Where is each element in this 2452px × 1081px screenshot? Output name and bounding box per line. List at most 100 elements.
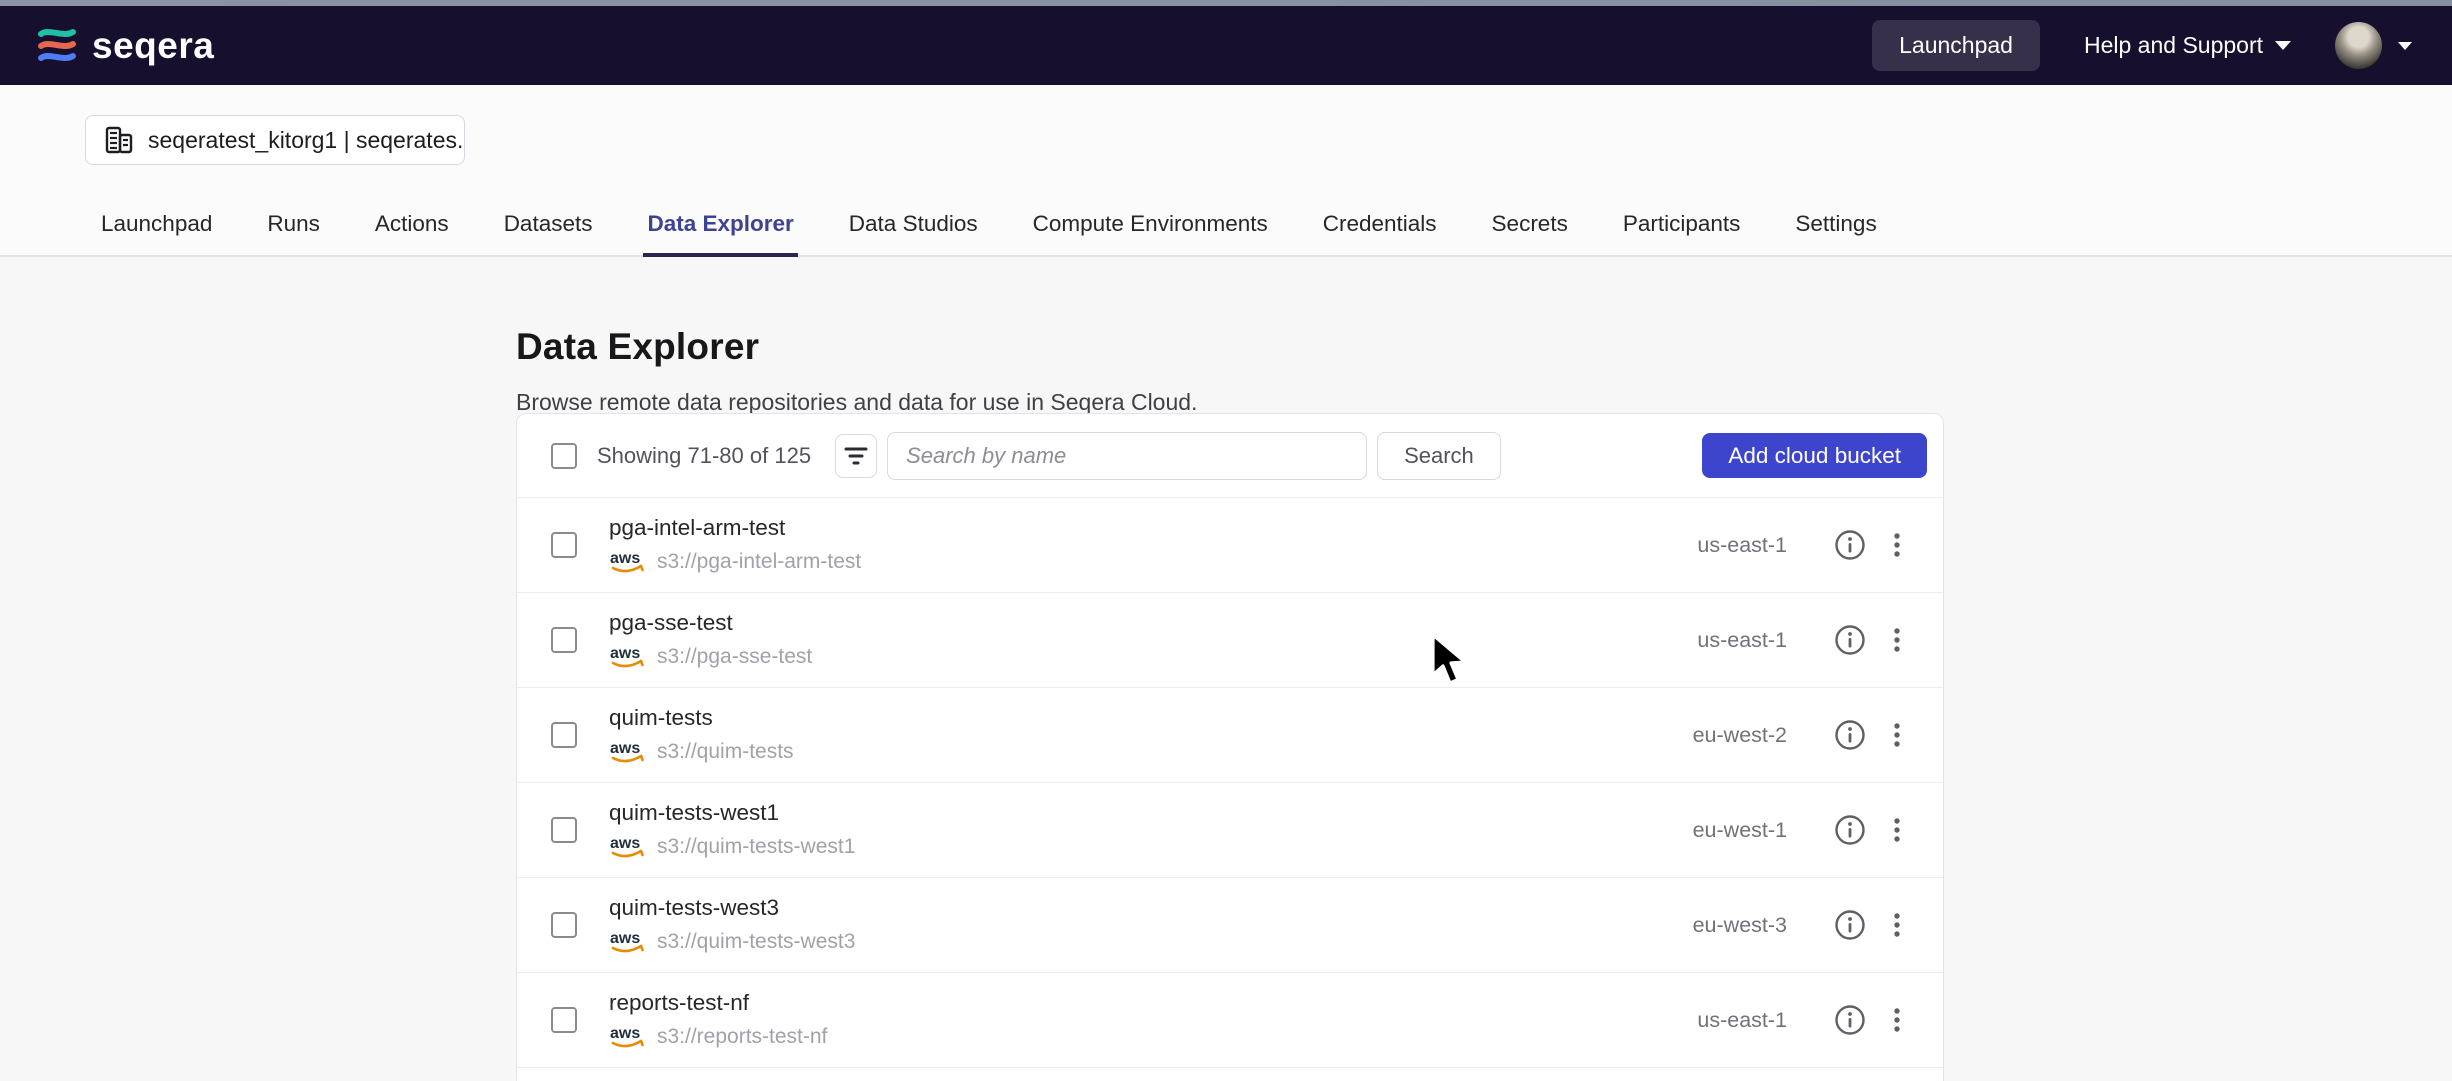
bucket-name[interactable]: reports-test-nf [609, 990, 1657, 1016]
aws-icon: aws [609, 833, 647, 860]
bucket-info: quim-tests aws s3://quim-tests [609, 705, 1657, 765]
chevron-down-icon [2275, 41, 2291, 50]
help-and-support-menu[interactable]: Help and Support [2084, 32, 2291, 59]
bucket-uri: s3://quim-tests [657, 740, 794, 764]
row-checkbox[interactable] [551, 722, 577, 748]
bucket-uri: s3://quim-tests-west3 [657, 930, 855, 954]
workspace-tab[interactable]: Runs [263, 211, 324, 257]
bucket-info: quim-tests-west1 aws s3://quim-tests-wes… [609, 800, 1657, 860]
bucket-row[interactable]: quim-tests-west3 aws s3://quim-tests-wes… [517, 878, 1943, 973]
chevron-down-icon [2398, 42, 2412, 50]
workspace-tab[interactable]: Secrets [1488, 211, 1572, 257]
bucket-info: pga-sse-test aws s3://pga-sse-test [609, 610, 1657, 670]
aws-icon: aws [609, 643, 647, 670]
filter-button[interactable] [835, 434, 877, 478]
organization-icon [104, 125, 134, 155]
info-button[interactable] [1833, 908, 1867, 942]
row-menu-button[interactable] [1883, 718, 1911, 752]
kebab-menu-icon [1883, 623, 1911, 657]
kebab-menu-icon [1883, 813, 1911, 847]
bucket-row[interactable]: pga-intel-arm-test aws s3://pga-intel-ar… [517, 498, 1943, 593]
workspace-tab[interactable]: Data Studios [845, 211, 982, 257]
info-button[interactable] [1833, 718, 1867, 752]
add-cloud-bucket-button[interactable]: Add cloud bucket [1702, 433, 1927, 478]
workspace-tab[interactable]: Participants [1619, 211, 1745, 257]
select-all-checkbox[interactable] [551, 443, 577, 469]
bucket-name[interactable]: quim-tests [609, 705, 1657, 731]
bucket-name[interactable]: quim-tests-west1 [609, 800, 1657, 826]
aws-icon: aws [609, 1023, 647, 1050]
help-and-support-label: Help and Support [2084, 32, 2263, 59]
aws-icon: aws [609, 738, 647, 765]
launchpad-button[interactable]: Launchpad [1872, 20, 2040, 71]
bucket-row[interactable]: pga-sse-test aws s3://pga-sse-test us-ea… [517, 593, 1943, 688]
info-button[interactable] [1833, 1003, 1867, 1037]
buckets-card: Showing 71-80 of 125 Search Add cloud bu… [516, 413, 1944, 1081]
row-checkbox[interactable] [551, 532, 577, 558]
top-navbar: seqera Launchpad Help and Support [0, 6, 2452, 85]
info-button[interactable] [1833, 813, 1867, 847]
workspace-tab[interactable]: Actions [371, 211, 453, 257]
workspace-tab[interactable]: Settings [1791, 211, 1880, 257]
workspace-tab[interactable]: Compute Environments [1029, 211, 1272, 257]
kebab-menu-icon [1883, 1003, 1911, 1037]
pagination-summary: Showing 71-80 of 125 [597, 443, 811, 469]
page-title: Data Explorer [516, 326, 2452, 368]
svg-text:aws: aws [610, 930, 640, 947]
svg-text:aws: aws [610, 835, 640, 852]
bucket-region: us-east-1 [1657, 1008, 1787, 1033]
avatar [2335, 22, 2382, 69]
row-menu-button[interactable] [1883, 908, 1911, 942]
row-checkbox[interactable] [551, 627, 577, 653]
row-menu-button[interactable] [1883, 528, 1911, 562]
info-icon [1833, 623, 1867, 657]
row-checkbox[interactable] [551, 912, 577, 938]
seqera-logo[interactable]: seqera [36, 25, 214, 67]
row-menu-button[interactable] [1883, 623, 1911, 657]
user-menu[interactable] [2335, 22, 2412, 69]
info-icon [1833, 813, 1867, 847]
bucket-uri: s3://pga-intel-arm-test [657, 550, 861, 574]
search-button[interactable]: Search [1377, 432, 1501, 480]
info-button[interactable] [1833, 623, 1867, 657]
search-input[interactable] [887, 432, 1367, 480]
bucket-row[interactable]: quim-tests aws s3://quim-tests eu-west-2 [517, 688, 1943, 783]
kebab-menu-icon [1883, 528, 1911, 562]
workspace-tab[interactable]: Data Explorer [643, 211, 797, 257]
bucket-row[interactable]: reports-test-nf aws s3://reports-test-nf… [517, 973, 1943, 1068]
bucket-info: reports-test-nf aws s3://reports-test-nf [609, 990, 1657, 1050]
info-icon [1833, 908, 1867, 942]
workspace-tab[interactable]: Credentials [1319, 211, 1441, 257]
bucket-region: eu-west-3 [1657, 913, 1787, 938]
seqera-logo-icon [36, 25, 78, 67]
buckets-table: pga-intel-arm-test aws s3://pga-intel-ar… [517, 498, 1943, 1068]
row-menu-button[interactable] [1883, 813, 1911, 847]
bucket-row[interactable]: quim-tests-west1 aws s3://quim-tests-wes… [517, 783, 1943, 878]
row-menu-button[interactable] [1883, 1003, 1911, 1037]
svg-text:aws: aws [610, 550, 640, 567]
bucket-region: eu-west-1 [1657, 818, 1787, 843]
info-button[interactable] [1833, 528, 1867, 562]
bucket-name[interactable]: quim-tests-west3 [609, 895, 1657, 921]
svg-text:aws: aws [610, 1025, 640, 1042]
bucket-name[interactable]: pga-sse-test [609, 610, 1657, 636]
filter-icon [844, 445, 868, 467]
bucket-uri: s3://reports-test-nf [657, 1025, 827, 1049]
bucket-name[interactable]: pga-intel-arm-test [609, 515, 1657, 541]
workspace-header: seqeratest_kitorg1 | seqerates... Launch… [0, 85, 2452, 257]
bucket-info: quim-tests-west3 aws s3://quim-tests-wes… [609, 895, 1657, 955]
buckets-toolbar: Showing 71-80 of 125 Search Add cloud bu… [517, 414, 1943, 498]
workspace-tab[interactable]: Datasets [500, 211, 597, 257]
workspace-tabs: Launchpad Runs Actions Datasets Data Exp… [97, 211, 2452, 255]
info-icon [1833, 528, 1867, 562]
bucket-uri: s3://pga-sse-test [657, 645, 812, 669]
aws-icon: aws [609, 928, 647, 955]
row-checkbox[interactable] [551, 817, 577, 843]
row-checkbox[interactable] [551, 1007, 577, 1033]
bucket-region: us-east-1 [1657, 628, 1787, 653]
kebab-menu-icon [1883, 908, 1911, 942]
svg-text:aws: aws [610, 740, 640, 757]
workspace-tab[interactable]: Launchpad [97, 211, 216, 257]
bucket-region: us-east-1 [1657, 533, 1787, 558]
workspace-selector[interactable]: seqeratest_kitorg1 | seqerates... [85, 115, 465, 165]
